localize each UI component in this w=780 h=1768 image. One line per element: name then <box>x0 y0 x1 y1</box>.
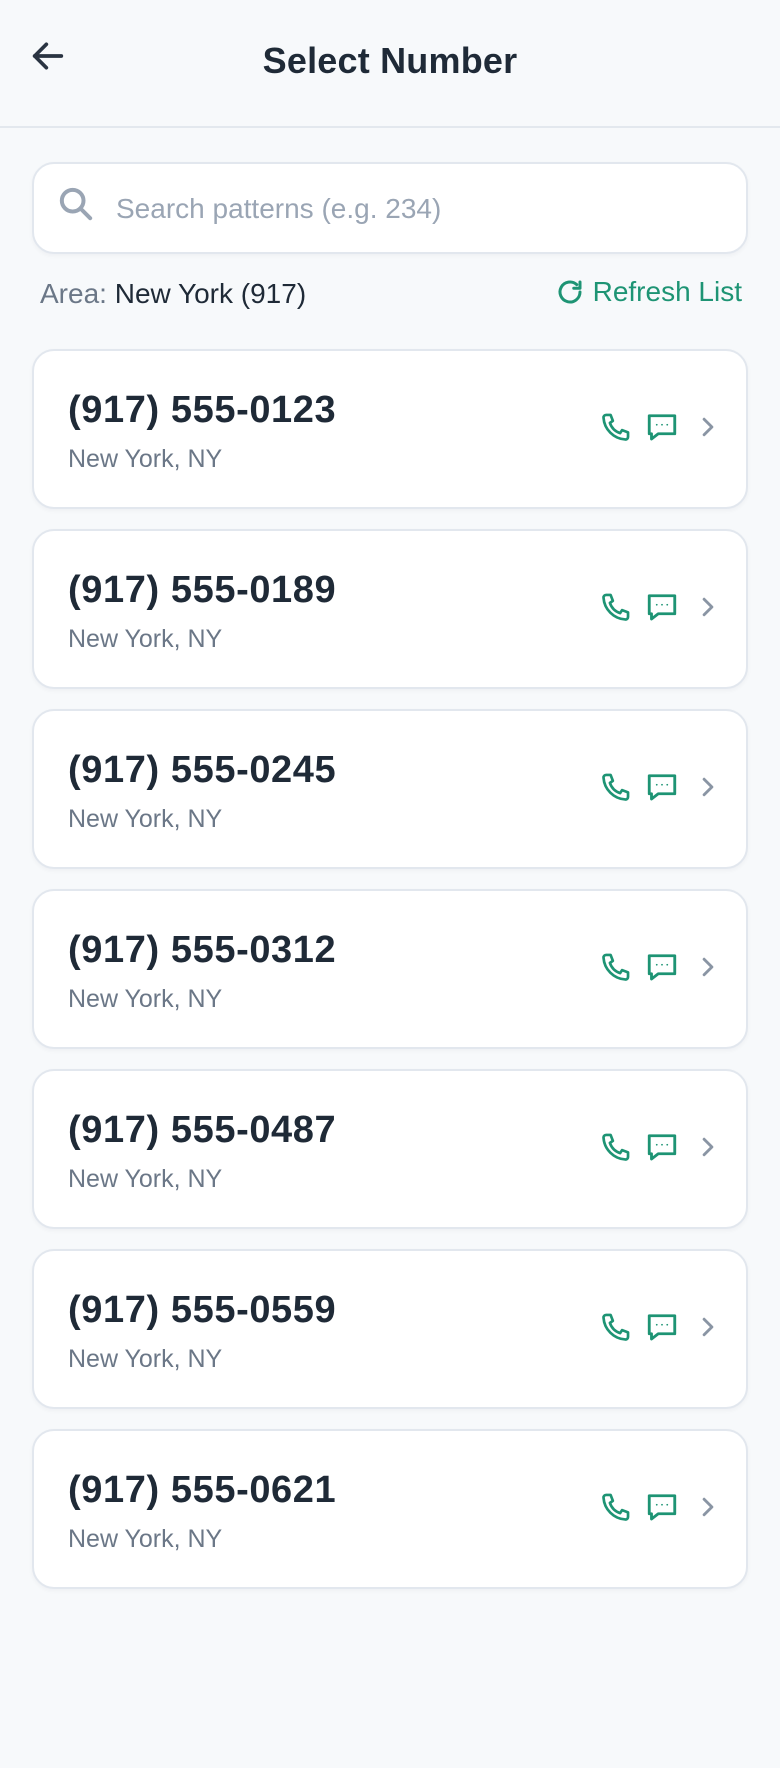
area-label: Area: <box>40 278 107 309</box>
voice-capability <box>596 947 636 987</box>
number-capabilities <box>596 947 720 987</box>
number-card[interactable]: (917) 555-0487 New York, NY <box>32 1069 748 1229</box>
phone-icon <box>602 1313 630 1341</box>
message-icon <box>647 954 677 981</box>
number-location: New York, NY <box>68 805 223 833</box>
number-capabilities <box>596 1307 720 1347</box>
message-icon <box>647 414 677 441</box>
number-card[interactable]: (917) 555-0245 New York, NY <box>32 709 748 869</box>
chevron-right-icon <box>696 1487 720 1527</box>
message-icon <box>647 1314 677 1341</box>
chevron-right-icon <box>696 407 720 447</box>
sms-capability <box>642 407 682 447</box>
number-card[interactable]: (917) 555-0621 New York, NY <box>32 1429 748 1589</box>
phone-number: (917) 555-0621 <box>68 1469 337 1511</box>
chevron-right-icon <box>696 1307 720 1347</box>
number-location: New York, NY <box>68 1525 223 1553</box>
sms-capability <box>642 1307 682 1347</box>
number-card[interactable]: (917) 555-0559 New York, NY <box>32 1249 748 1409</box>
chevron-right-icon <box>696 767 720 807</box>
app-header: Select Number <box>0 0 780 128</box>
search-input[interactable] <box>114 182 728 236</box>
phone-number: (917) 555-0123 <box>68 389 337 431</box>
area-value: New York (917) <box>114 278 307 309</box>
message-icon <box>647 1494 677 1521</box>
phone-number: (917) 555-0245 <box>68 749 337 791</box>
number-capabilities <box>596 1127 720 1167</box>
message-icon <box>647 774 677 801</box>
phone-icon <box>602 1493 630 1521</box>
number-capabilities <box>596 1487 720 1527</box>
phone-number: (917) 555-0189 <box>68 569 337 611</box>
number-capabilities <box>596 407 720 447</box>
message-icon <box>647 1134 677 1161</box>
sms-capability <box>642 1487 682 1527</box>
refresh-list-label: Refresh List <box>592 276 742 307</box>
message-icon <box>647 594 677 621</box>
sms-capability <box>642 767 682 807</box>
area-info: Area: New York (917) <box>40 278 306 310</box>
phone-number: (917) 555-0559 <box>68 1289 337 1331</box>
number-location: New York, NY <box>68 1165 223 1193</box>
phone-number: (917) 555-0487 <box>68 1109 337 1151</box>
phone-icon <box>602 593 630 621</box>
refresh-list-button[interactable]: Refresh List <box>555 276 742 308</box>
number-list: (917) 555-0123 New York, NY (917) 555-01… <box>32 349 748 1609</box>
number-capabilities <box>596 587 720 627</box>
page-title: Select Number <box>262 40 518 81</box>
phone-number: (917) 555-0312 <box>68 929 337 971</box>
voice-capability <box>596 1307 636 1347</box>
number-card[interactable]: (917) 555-0189 New York, NY <box>32 529 748 689</box>
sms-capability <box>642 947 682 987</box>
number-capabilities <box>596 767 720 807</box>
phone-icon <box>602 773 630 801</box>
search-box[interactable] <box>32 162 748 254</box>
number-location: New York, NY <box>68 985 223 1013</box>
voice-capability <box>596 1487 636 1527</box>
number-location: New York, NY <box>68 1345 223 1373</box>
number-location: New York, NY <box>68 625 223 653</box>
phone-icon <box>602 953 630 981</box>
chevron-right-icon <box>696 587 720 627</box>
chevron-right-icon <box>696 1127 720 1167</box>
sms-capability <box>642 1127 682 1167</box>
number-card[interactable]: (917) 555-0312 New York, NY <box>32 889 748 1049</box>
refresh-icon <box>558 280 582 304</box>
sms-capability <box>642 587 682 627</box>
voice-capability <box>596 587 636 627</box>
phone-icon <box>602 1133 630 1161</box>
chevron-right-icon <box>696 947 720 987</box>
number-location: New York, NY <box>68 445 223 473</box>
voice-capability <box>596 407 636 447</box>
voice-capability <box>596 1127 636 1167</box>
number-card[interactable]: (917) 555-0123 New York, NY <box>32 349 748 509</box>
phone-icon <box>602 413 630 441</box>
search-icon <box>59 187 93 221</box>
voice-capability <box>596 767 636 807</box>
